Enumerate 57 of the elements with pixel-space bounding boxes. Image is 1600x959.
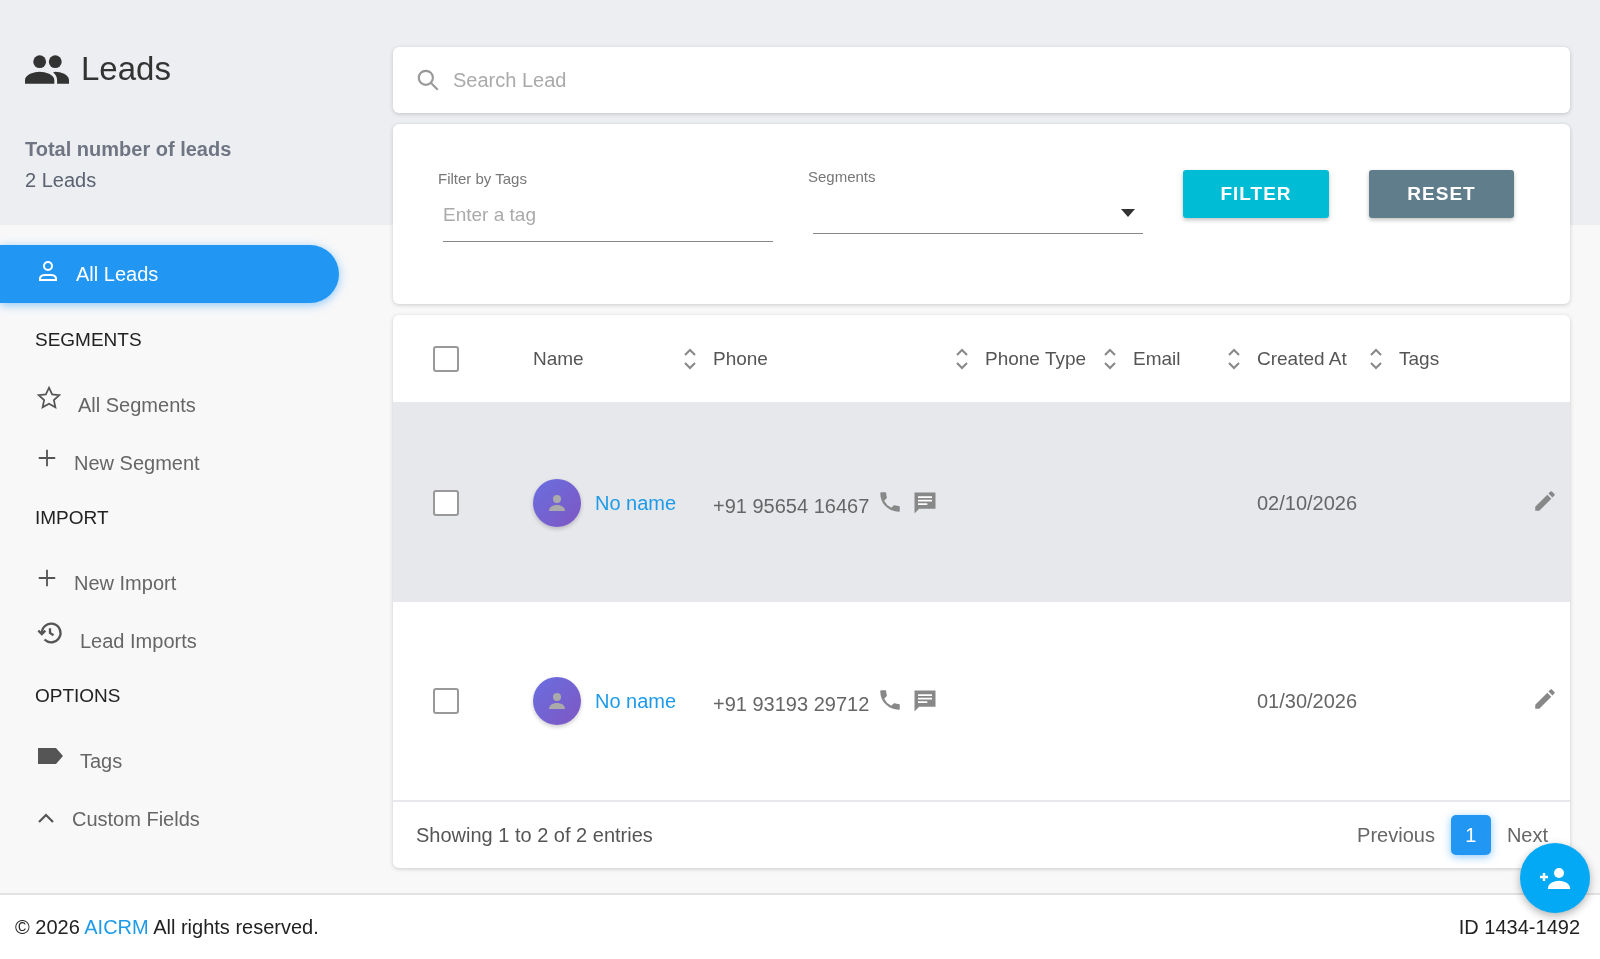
person-icon: [36, 259, 60, 283]
search-field[interactable]: Search Lead: [393, 47, 1570, 113]
section-heading: SEGMENTS: [34, 328, 143, 352]
column-header[interactable]: Name: [533, 347, 584, 370]
date-text: 02/10/2026: [1256, 491, 1358, 514]
section-heading: IMPORT: [34, 506, 110, 530]
sidebar-item[interactable]: Lead Imports: [0, 605, 339, 663]
checkbox[interactable]: [433, 688, 459, 714]
plus-icon: [36, 447, 58, 469]
add-person-icon: [1539, 867, 1571, 889]
column-header[interactable]: Phone: [713, 347, 768, 370]
dropdown-arrow-icon: [1121, 209, 1135, 217]
checkbox[interactable]: [433, 490, 459, 516]
tag-icon: [36, 745, 64, 767]
star-icon: [36, 385, 62, 411]
avatar-icon: [533, 479, 581, 527]
reset-button[interactable]: RESET: [1369, 170, 1514, 218]
section-heading: OPTIONS: [34, 684, 122, 708]
sort-icon[interactable]: [683, 346, 697, 371]
avatar-icon: [533, 677, 581, 725]
entries-info: Showing 1 to 2 of 2 entries: [416, 823, 654, 847]
lead-name-link[interactable]: No name: [595, 689, 677, 713]
edit-icon[interactable]: [1532, 488, 1558, 514]
next-button[interactable]: Next: [1504, 823, 1550, 847]
caret-up-icon: [36, 811, 56, 825]
sidebar-item[interactable]: All Leads: [0, 245, 339, 303]
phone-number: +91 95654 16467: [713, 494, 870, 518]
sidebar-item[interactable]: Custom Fields: [0, 783, 339, 841]
total-value: 2 Leads: [25, 169, 98, 192]
sort-icon[interactable]: [955, 346, 969, 371]
search-icon: [415, 67, 441, 93]
page-button[interactable]: 1: [1450, 815, 1491, 855]
copyright-text: © 2026 AICRM All rights reserved.: [15, 915, 320, 939]
sidebar-item[interactable]: All Segments: [0, 369, 339, 427]
page-title: Leads: [81, 50, 171, 88]
phone-number: +91 93193 29712: [713, 692, 870, 716]
column-header[interactable]: Tags: [1399, 347, 1440, 370]
brand-link[interactable]: AICRM: [84, 915, 149, 938]
column-header[interactable]: Email: [1133, 347, 1181, 370]
column-header[interactable]: Phone Type: [985, 347, 1087, 370]
id-text: ID 1434-1492: [1458, 915, 1580, 939]
date-text: 01/30/2026: [1256, 689, 1358, 712]
people-icon: [25, 54, 69, 84]
sort-icon[interactable]: [1227, 346, 1241, 371]
field-label: Filter by Tags: [438, 170, 527, 187]
field-label: Segments: [808, 168, 876, 185]
edit-icon[interactable]: [1532, 686, 1558, 712]
column-header[interactable]: Created At: [1257, 347, 1347, 370]
sort-icon[interactable]: [1369, 346, 1383, 371]
sidebar-item[interactable]: Tags: [0, 725, 339, 783]
sidebar-item[interactable]: New Import: [0, 547, 339, 605]
sidebar-item[interactable]: New Segment: [0, 427, 339, 485]
plus-icon: [36, 567, 58, 589]
previous-button[interactable]: Previous: [1355, 823, 1437, 847]
checkbox[interactable]: [433, 345, 459, 372]
total-label: Total number of leads: [25, 138, 233, 161]
sort-icon[interactable]: [1103, 346, 1117, 371]
